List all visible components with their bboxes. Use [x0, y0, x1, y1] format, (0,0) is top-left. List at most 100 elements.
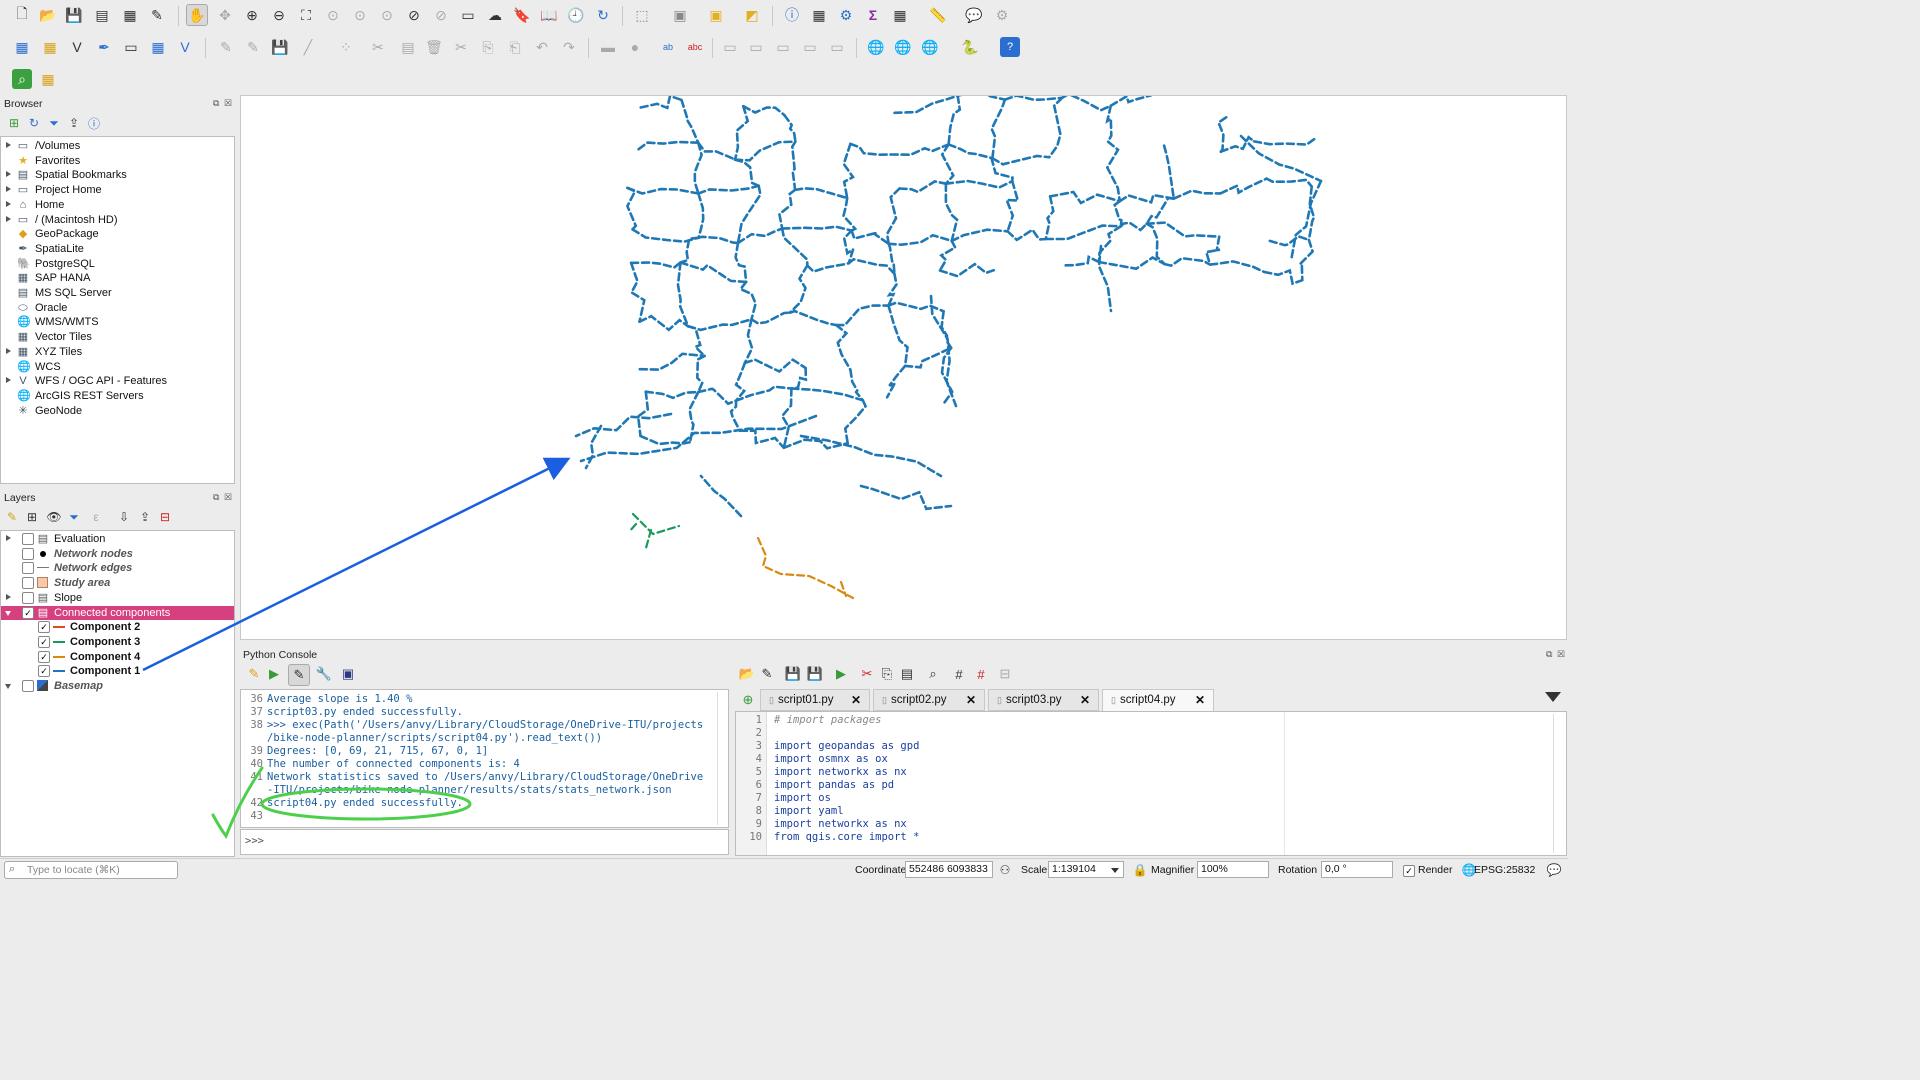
add-postgis-layer-icon[interactable]: ▭ [121, 37, 141, 57]
new-script-icon[interactable]: ⊕ [738, 690, 758, 710]
collapse-arrow-icon[interactable] [5, 610, 11, 616]
editor-tab[interactable]: ▯ script01.py ✕ [760, 689, 870, 711]
map-tips-icon[interactable]: 💬 [964, 5, 984, 25]
layer-visibility-checkbox[interactable]: ✓ [38, 635, 50, 648]
browser-item[interactable]: 🌐 ArcGIS REST Servers [1, 389, 233, 403]
layer-visibility-checkbox[interactable]: ✓ [22, 606, 34, 619]
filter-legend-icon[interactable]: ⏷ [64, 507, 84, 527]
options-icon[interactable]: 🔧 [314, 664, 334, 684]
coordinate-field[interactable]: 552486 6093833 [905, 861, 993, 878]
zoom-last-icon[interactable]: ⊘ [404, 5, 424, 25]
properties-icon[interactable]: ⓘ [84, 113, 104, 133]
delete-selected-icon[interactable]: ▤ [398, 37, 418, 57]
digitize-icon[interactable]: ╱ [298, 37, 318, 57]
browser-tree[interactable]: ▭ /Volumes ★ Favorites ▤ Spatial Bookmarks ▭ Pr… [0, 136, 235, 484]
run-script-icon[interactable]: ▶ [831, 664, 851, 684]
deselect-features-icon[interactable]: ▣ [706, 5, 726, 25]
browser-item[interactable]: ★ Favorites [1, 154, 233, 168]
console-output[interactable]: 36 Average slope is 1.40 % 37 script03.py e… [240, 689, 729, 828]
layer-labeling-icon[interactable]: ab [658, 37, 678, 57]
editor-tab[interactable]: ▯ script02.py ✕ [873, 689, 985, 711]
cut-features-icon[interactable]: 🗑 [424, 37, 444, 57]
help-icon[interactable]: ▣ [338, 664, 358, 684]
paste-icon[interactable]: ▤ [897, 664, 917, 684]
add-spatialite-layer-icon[interactable]: ✒ [94, 37, 114, 57]
save-edits-icon[interactable]: 💾 [270, 37, 290, 57]
layers-tree[interactable]: ▤ Evaluation Network nodes Network edges Stu… [0, 530, 235, 857]
layer-item[interactable]: Study area [1, 576, 234, 590]
layer-visibility-checkbox[interactable]: ✓ [38, 621, 50, 634]
layer-visibility-checkbox[interactable] [22, 591, 34, 604]
expand-arrow-icon[interactable] [6, 377, 11, 384]
object-inspector-icon[interactable]: ⊟ [995, 664, 1015, 684]
close-tab-icon[interactable]: ✕ [1080, 690, 1090, 710]
manage-map-themes-icon[interactable]: 👁 [44, 507, 64, 527]
browser-item[interactable]: ▭ Project Home [1, 183, 233, 197]
browser-item[interactable]: ◆ GeoPackage [1, 227, 233, 241]
rotate-label-icon[interactable]: ▭ [746, 37, 766, 57]
refresh-icon[interactable]: ↻ [593, 5, 613, 25]
run-command-icon[interactable]: ▶ [264, 664, 284, 684]
layer-visibility-checkbox[interactable]: ✓ [38, 665, 50, 678]
layer-item[interactable]: ✓ Component 4 [1, 650, 234, 664]
add-wfs-layer-icon[interactable]: V [175, 37, 195, 57]
editor-scrollbar[interactable] [1553, 714, 1562, 853]
cut-icon[interactable]: ✂ [857, 664, 877, 684]
close-tab-icon[interactable]: ✕ [851, 690, 861, 710]
pin-labels-icon[interactable]: ● [625, 37, 645, 57]
current-edits-icon[interactable]: ✎ [216, 37, 236, 57]
identify-features-icon[interactable]: ⓘ [782, 5, 802, 25]
expand-all-icon[interactable]: ⇩ [114, 507, 134, 527]
rotation-field[interactable]: 0,0 ° [1321, 861, 1393, 878]
locate-search[interactable]: ⌕ Type to locate (⌘K) [4, 861, 178, 879]
close-icon[interactable]: ☒ [224, 98, 232, 109]
lock-scale-icon[interactable]: 🔒 [1130, 860, 1150, 880]
zoom-full-icon[interactable]: ⛶ [296, 5, 316, 25]
paste-features-icon[interactable]: ⎘ [478, 37, 498, 57]
new-bookmark-icon[interactable]: 🔖 [512, 5, 532, 25]
help-icon[interactable]: ? [1000, 37, 1020, 57]
plugin-tool-icon[interactable]: ▦ [38, 69, 58, 89]
browser-item[interactable]: V WFS / OGC API - Features [1, 374, 233, 388]
messages-icon[interactable]: 💬 [1544, 860, 1564, 880]
vertex-tool-icon[interactable]: ⁘ [336, 37, 356, 57]
render-checkbox[interactable]: ✓ [1403, 865, 1415, 877]
browser-item[interactable]: 🐘 PostgreSQL [1, 257, 233, 271]
expand-arrow-icon[interactable] [6, 535, 11, 541]
zoom-to-layer-icon[interactable]: ⊙ [350, 5, 370, 25]
attribute-table-icon[interactable]: ▦ [809, 5, 829, 25]
add-raster-layer-icon[interactable]: ▦ [148, 37, 168, 57]
expand-arrow-icon[interactable] [6, 200, 11, 207]
copy-features-icon[interactable]: ✂ [451, 37, 471, 57]
browser-item[interactable]: ▤ MS SQL Server [1, 286, 233, 300]
layer-visibility-checkbox[interactable] [22, 562, 34, 575]
remove-layer-icon[interactable]: ⊟ [155, 507, 175, 527]
collapse-all-icon[interactable]: ⇪ [135, 507, 155, 527]
layer-visibility-checkbox[interactable] [22, 547, 34, 560]
openlayers-globe-icon[interactable]: 🌐 [866, 37, 886, 57]
browser-item[interactable]: 🌐 WMS/WMTS [1, 315, 233, 329]
crs-label[interactable]: EPSG:25832 [1474, 864, 1535, 876]
undock-icon[interactable]: ⧉ [213, 98, 219, 109]
expand-arrow-icon[interactable] [6, 593, 11, 600]
label-tool-icon[interactable]: ▬ [598, 37, 618, 57]
zoom-next-icon[interactable]: ⊘ [431, 5, 451, 25]
undock-icon[interactable]: ⧉ [213, 492, 219, 503]
measure-line-icon[interactable]: 📏 [928, 5, 948, 25]
layer-item[interactable]: Basemap [1, 679, 234, 693]
statistical-summary-icon[interactable]: Σ [863, 5, 883, 25]
browser-item[interactable]: ▦ SAP HANA [1, 271, 233, 285]
expand-arrow-icon[interactable] [6, 186, 11, 193]
browser-item[interactable]: ▤ Spatial Bookmarks [1, 168, 233, 182]
filter-by-expression-icon[interactable]: ε [86, 507, 106, 527]
map-canvas[interactable] [240, 95, 1567, 640]
browser-item[interactable]: ✒ SpatiaLite [1, 242, 233, 256]
save-icon[interactable]: 💾 [783, 664, 803, 684]
layer-item[interactable]: ✓ ▤ Connected components [1, 605, 234, 620]
layer-visibility-checkbox[interactable]: ✓ [38, 650, 50, 663]
uncomment-icon[interactable]: # [971, 664, 991, 684]
new-print-layout-icon[interactable]: ▤ [92, 5, 112, 25]
new-3d-map-view-icon[interactable]: ☁ [485, 5, 505, 25]
browser-item[interactable]: ✳ GeoNode [1, 404, 233, 418]
add-vector-layer-icon[interactable]: V [67, 37, 87, 57]
